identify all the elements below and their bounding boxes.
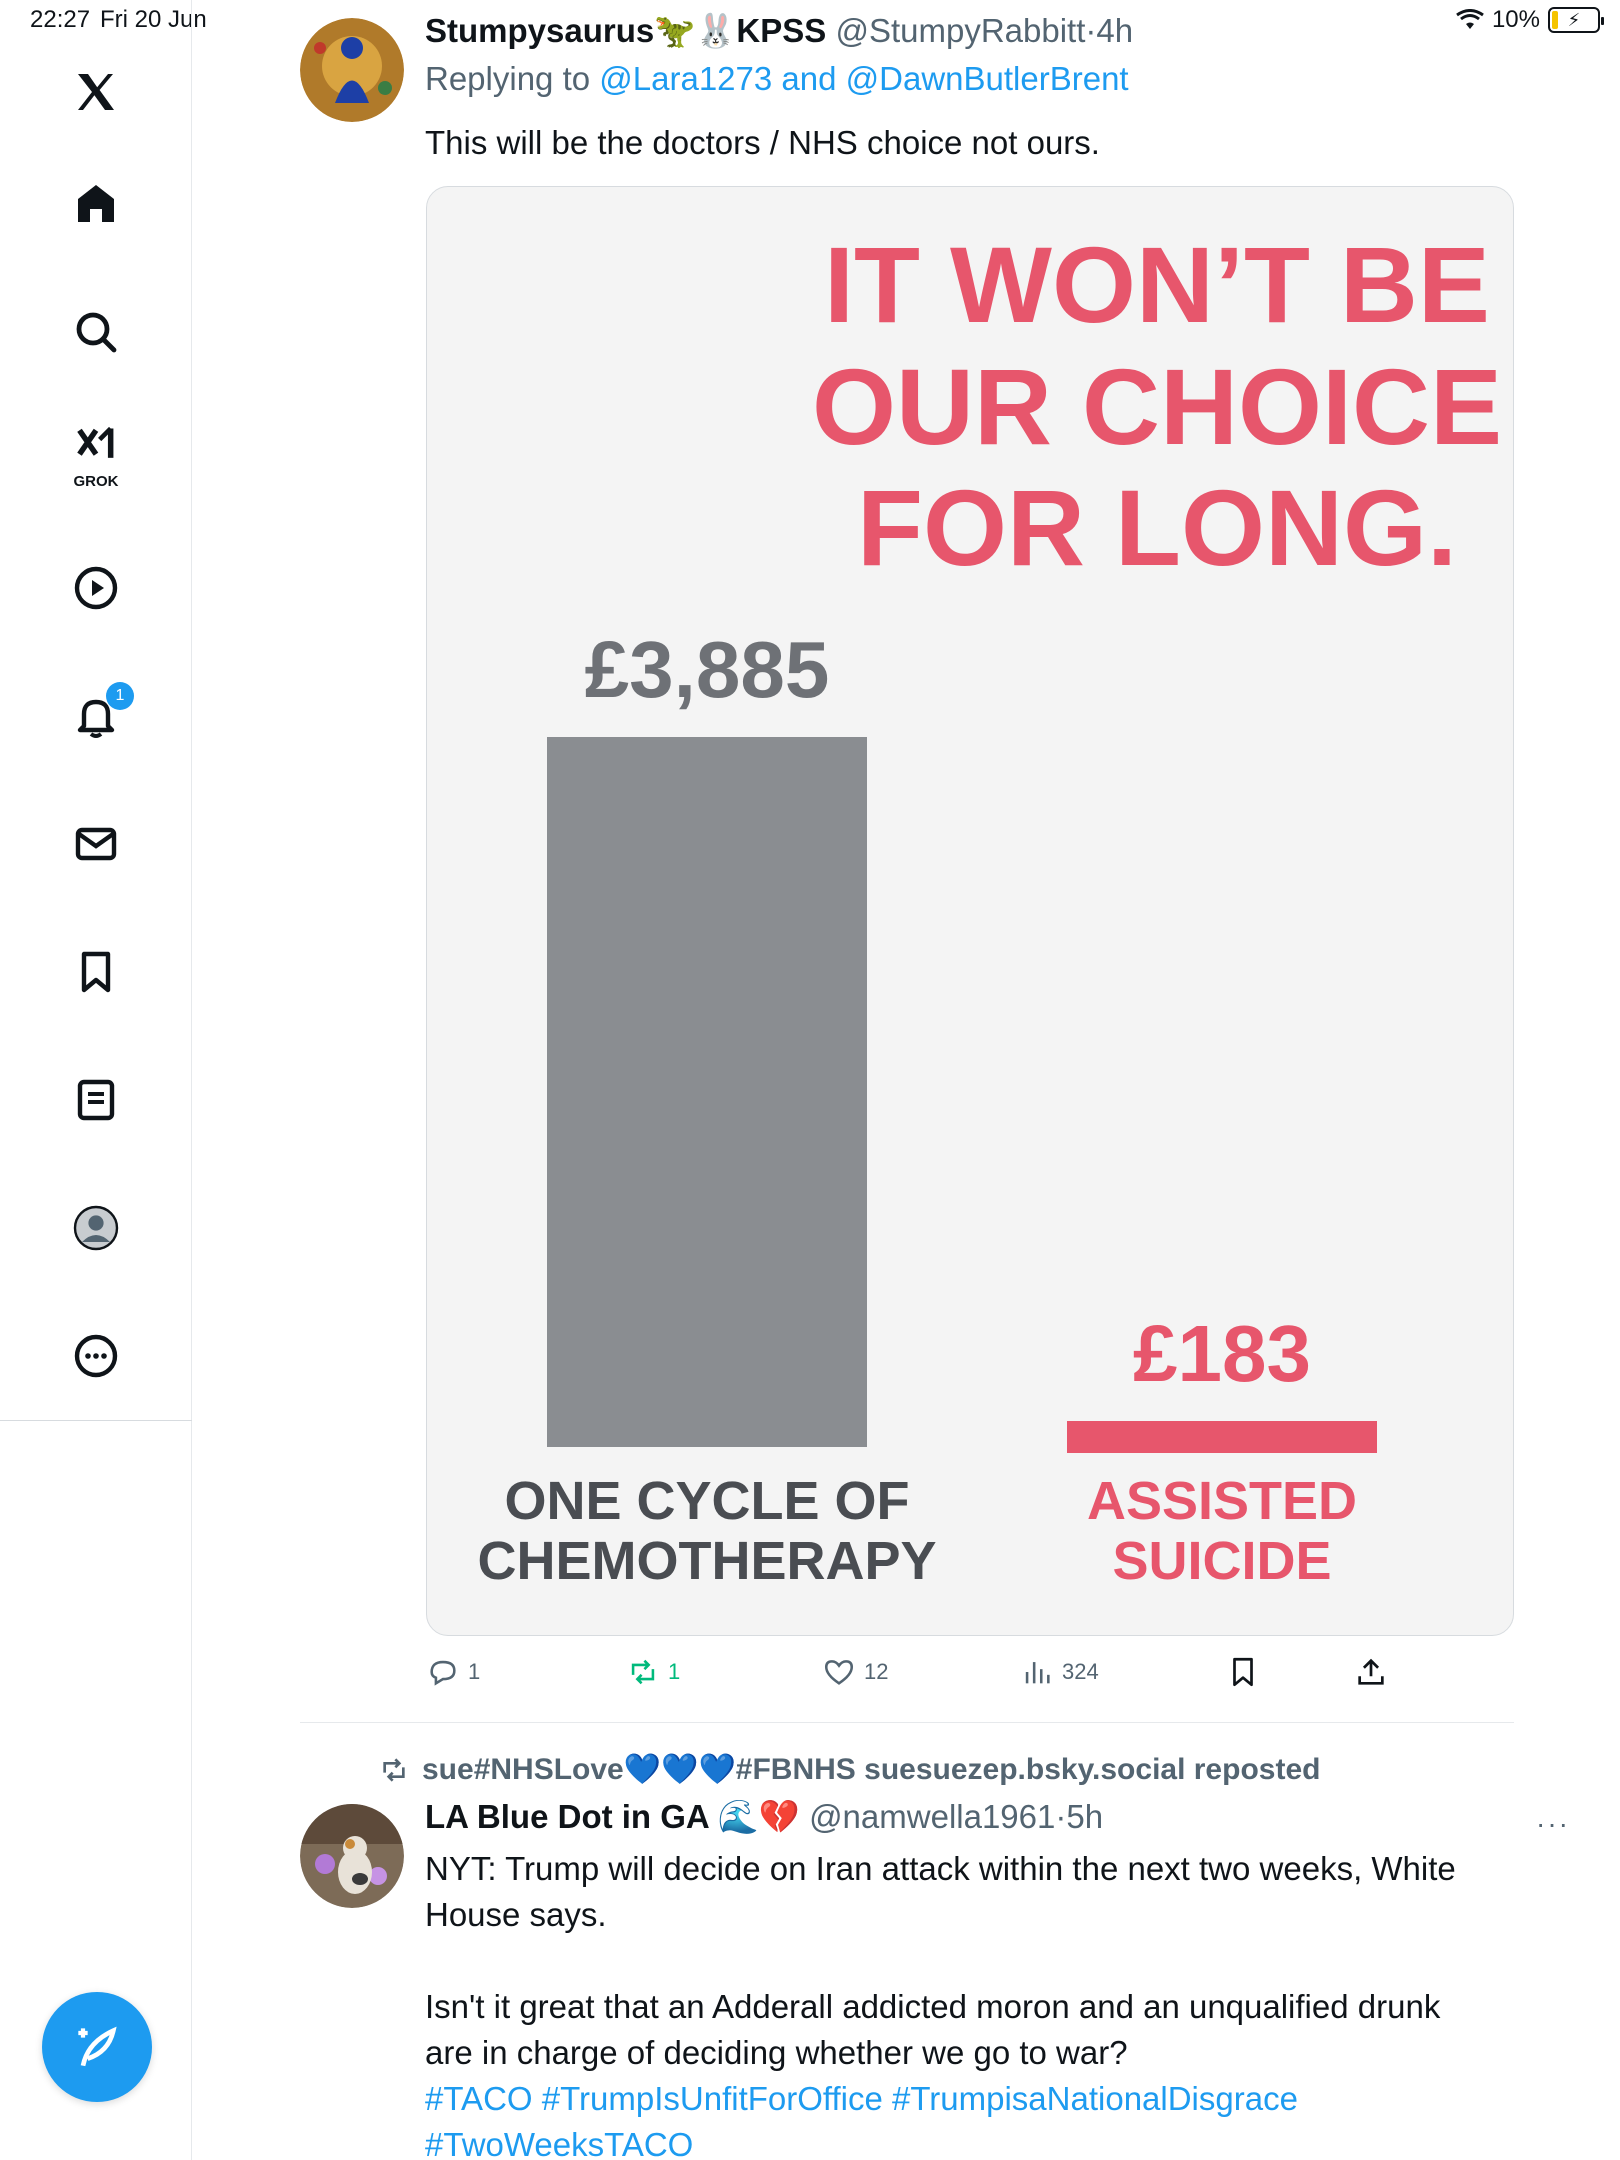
tweet-text-line: are in charge of deciding whether we go … <box>425 2034 1128 2071</box>
messages-icon[interactable] <box>64 812 128 876</box>
timestamp[interactable]: 5h <box>1066 1798 1103 1835</box>
more-icon[interactable] <box>64 1324 128 1388</box>
chart: IT WON’T BEOUR CHOICEFOR LONG. £3,885 £18… <box>477 224 1502 1591</box>
repost-count: 1 <box>668 1659 681 1684</box>
bookmark-button[interactable] <box>1226 1655 1260 1689</box>
chart-value-label: £3,885 <box>585 625 830 714</box>
like-button[interactable]: 12 <box>822 1655 888 1689</box>
replying-to-link[interactable]: @Lara1273 and @DawnButlerBrent <box>599 60 1128 97</box>
tweet-text: This will be the doctors / NHS choice no… <box>425 124 1100 161</box>
sidebar: GROK 1 <box>0 0 192 2160</box>
chart-title-line: FOR LONG. <box>857 467 1457 588</box>
repost-context[interactable]: sue#NHSLove💙💙💙#FBNHS suesuezep.bsky.soci… <box>378 1752 1320 1787</box>
search-icon[interactable] <box>64 300 128 364</box>
dot-separator: · <box>1085 12 1097 49</box>
handle[interactable]: @namwella1961 <box>809 1798 1055 1835</box>
feed: Stumpysaurus🦖🐰KPSS @StumpyRabbitt·4h Rep… <box>192 0 1620 2160</box>
chart-bar <box>1067 1421 1377 1453</box>
notifications-icon[interactable]: 1 <box>64 682 134 748</box>
compose-button[interactable] <box>42 1992 152 2102</box>
repost-icon <box>383 1757 405 1782</box>
share-icon <box>1358 1658 1384 1685</box>
chart-title-line: OUR CHOICE <box>812 346 1502 467</box>
tweet-text-line: House says. <box>425 1896 607 1933</box>
grok-icon[interactable]: GROK <box>64 420 128 490</box>
chart-bar <box>547 737 867 1447</box>
like-count: 12 <box>864 1659 889 1684</box>
avatar[interactable] <box>300 1804 404 1908</box>
x-logo-icon[interactable] <box>64 60 128 124</box>
tweet-text-line: Isn't it great that an Adderall addicted… <box>425 1988 1441 2025</box>
dot-separator: · <box>1055 1798 1067 1835</box>
video-icon[interactable] <box>64 556 128 620</box>
bookmark-icon <box>1233 1657 1253 1687</box>
tweet-text-blank-line <box>425 1938 1515 1984</box>
handle[interactable]: @StumpyRabbitt <box>835 12 1085 49</box>
display-name[interactable]: Stumpysaurus🦖🐰KPSS <box>425 12 826 49</box>
notification-badge: 1 <box>106 682 134 710</box>
more-options-button[interactable]: ··· <box>1536 1808 1570 1840</box>
compose-icon <box>78 2026 117 2067</box>
share-button[interactable] <box>1354 1655 1388 1689</box>
reply-count: 1 <box>468 1659 481 1684</box>
timestamp[interactable]: 4h <box>1096 12 1133 49</box>
chart-category-label: SUICIDE <box>1112 1531 1331 1591</box>
tweet-image[interactable]: IT WON’T BE OUR CHOICE FOR LONG. £3,885 £18… <box>426 186 1514 1636</box>
chart-title-line: IT WON’T BE <box>824 224 1490 345</box>
tweet-header: LA Blue Dot in GA 🌊💔 @namwella1961·5h <box>425 1798 1103 1837</box>
tweet-actions: 1 1 12 324 <box>426 1655 1426 1695</box>
tweet-separator <box>300 1722 1514 1723</box>
views-button[interactable]: 324 <box>1020 1655 1099 1689</box>
grok-label: GROK <box>73 473 119 490</box>
lists-icon[interactable] <box>64 1068 128 1132</box>
reply-icon <box>430 1660 456 1686</box>
repost-context-text: sue#NHSLove💙💙💙#FBNHS suesuezep.bsky.soci… <box>422 1753 1321 1786</box>
chart-category-label: ASSISTED <box>1087 1471 1357 1531</box>
tweet-text: NYT: Trump will decide on Iran attack wi… <box>425 1846 1515 2160</box>
hashtags[interactable]: #TACO #TrumpIsUnfitForOffice #TrumpisaNa… <box>425 2076 1515 2122</box>
home-icon[interactable] <box>64 172 128 236</box>
display-name[interactable]: LA Blue Dot in GA 🌊💔 <box>425 1798 800 1835</box>
repost-icon <box>631 1659 655 1685</box>
chart-category-label: ONE CYCLE OF <box>504 1471 909 1531</box>
replying-prefix: Replying to <box>425 60 591 97</box>
sidebar-divider <box>0 1420 192 1421</box>
reply-button[interactable]: 1 <box>426 1655 480 1689</box>
views-count: 324 <box>1062 1659 1099 1684</box>
replying-to: Replying to @Lara1273 and @DawnButlerBre… <box>425 60 1129 98</box>
tweet-text-line: NYT: Trump will decide on Iran attack wi… <box>425 1850 1456 1887</box>
like-icon <box>824 1660 854 1685</box>
avatar[interactable] <box>300 18 404 122</box>
views-icon <box>1025 1662 1050 1684</box>
profile-icon[interactable] <box>64 1196 128 1260</box>
chart-value-label: £183 <box>1133 1309 1311 1398</box>
bookmarks-icon[interactable] <box>64 940 128 1004</box>
hashtags[interactable]: #TwoWeeksTACO <box>425 2122 1515 2160</box>
tweet-header: Stumpysaurus🦖🐰KPSS @StumpyRabbitt·4h <box>425 12 1133 51</box>
chart-category-label: CHEMOTHERAPY <box>477 1531 936 1591</box>
repost-button[interactable]: 1 <box>626 1655 680 1689</box>
